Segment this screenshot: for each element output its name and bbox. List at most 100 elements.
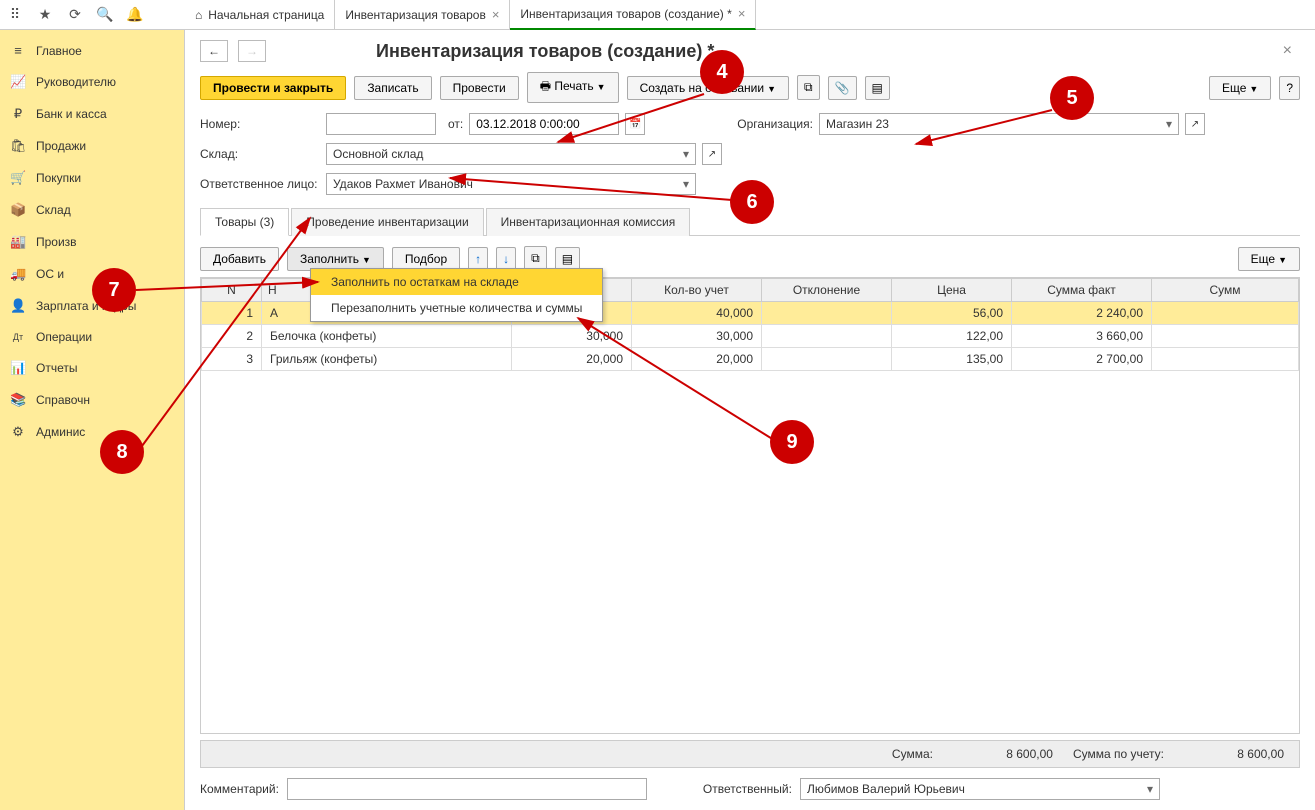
save-button[interactable]: Записать	[354, 76, 431, 100]
sidebar-item-production[interactable]: 🏭Произв	[0, 226, 184, 258]
org-value: Магазин 23	[826, 117, 889, 131]
responsible-select[interactable]: Удаков Рахмет Иванович▾	[326, 173, 696, 195]
bars-icon: 📊	[10, 360, 26, 376]
sidebar-label: Банк и касса	[36, 107, 107, 121]
more-rows-button[interactable]: Еще▼	[1238, 247, 1300, 271]
fill-by-stock-item[interactable]: Заполнить по остаткам на складе	[311, 269, 602, 295]
tab-goods[interactable]: Товары (3)	[200, 208, 289, 236]
paste-button[interactable]: ▤	[555, 247, 580, 271]
refill-accounting-item[interactable]: Перезаполнить учетные количества и суммы	[311, 295, 602, 321]
sidebar-label: Продажи	[36, 139, 86, 153]
page-title: Инвентаризация товаров (создание) *	[376, 41, 714, 62]
sidebar-item-bank[interactable]: ₽Банк и касса	[0, 98, 184, 130]
box-icon: 📦	[10, 202, 26, 218]
main-content: ← → Инвентаризация товаров (создание) * …	[185, 30, 1315, 810]
attach-button[interactable]: 📎	[828, 76, 857, 100]
tab-inventory-create[interactable]: Инвентаризация товаров (создание) * ×	[510, 0, 756, 30]
bottom-resp-value: Любимов Валерий Юрьевич	[807, 782, 965, 796]
structure-button[interactable]: ⧉	[797, 75, 820, 100]
tab-inventory-conduct[interactable]: Проведение инвентаризации	[291, 208, 483, 236]
print-button[interactable]: 🖶 Печать▼	[527, 72, 619, 103]
col-acct-qty[interactable]: Кол-во учет	[632, 279, 762, 302]
warehouse-label: Склад:	[200, 147, 320, 161]
notes-button[interactable]: ▤	[865, 76, 890, 100]
acct-sum-value: 8 600,00	[1184, 747, 1284, 761]
open-warehouse-button[interactable]: ↗	[702, 143, 722, 165]
tab-home[interactable]: ⌂ Начальная страница	[185, 0, 335, 30]
topbar-icons: ⠿ ★ ⟳ 🔍 🔔	[0, 0, 185, 30]
date-input[interactable]	[469, 113, 619, 135]
table-row[interactable]: 2Белочка (конфеты)30,00030,000122,003 66…	[202, 325, 1299, 348]
sidebar-item-admin[interactable]: ⚙ Админис	[0, 416, 184, 448]
books-icon: 📚	[10, 392, 26, 408]
sidebar-item-purchases[interactable]: 🛒Покупки	[0, 162, 184, 194]
sidebar-item-reports[interactable]: 📊Отчеты	[0, 352, 184, 384]
sidebar-item-sales[interactable]: 🛍Продажи	[0, 130, 184, 162]
col-price[interactable]: Цена	[892, 279, 1012, 302]
chart-icon: 📈	[10, 74, 26, 90]
totals-bar: Сумма: 8 600,00 Сумма по учету: 8 600,00	[200, 740, 1300, 768]
col-sum-fact[interactable]: Сумма факт	[1012, 279, 1152, 302]
fill-button[interactable]: Заполнить▼	[287, 247, 384, 271]
sidebar-label: Админис	[36, 425, 85, 439]
fill-label: Заполнить	[300, 252, 359, 266]
sidebar-item-main[interactable]: ≡Главное	[0, 35, 184, 66]
sidebar-item-operations[interactable]: ДтОперации	[0, 322, 184, 352]
help-button[interactable]: ?	[1279, 76, 1300, 100]
topbar: ⠿ ★ ⟳ 🔍 🔔 ⌂ Начальная страница Инвентари…	[0, 0, 1315, 30]
pick-button[interactable]: Подбор	[392, 247, 460, 271]
post-button[interactable]: Провести	[440, 76, 519, 100]
apps-icon[interactable]: ⠿	[0, 0, 30, 30]
org-select[interactable]: Магазин 23▾	[819, 113, 1179, 135]
debit-icon: Дт	[10, 332, 26, 342]
number-label: Номер:	[200, 117, 320, 131]
document-tabs: ⌂ Начальная страница Инвентаризация това…	[185, 0, 756, 30]
responsible-value: Удаков Рахмет Иванович	[333, 177, 473, 191]
sidebar-item-catalogs[interactable]: 📚Справочн	[0, 384, 184, 416]
bottom-resp-label: Ответственный:	[703, 782, 792, 796]
history-icon[interactable]: ⟳	[60, 0, 90, 30]
open-org-button[interactable]: ↗	[1185, 113, 1205, 135]
tab-label: Инвентаризация товаров (создание) *	[520, 7, 731, 21]
more-label: Еще	[1222, 81, 1246, 95]
sidebar-label: Главное	[36, 44, 82, 58]
number-input[interactable]	[326, 113, 436, 135]
close-icon[interactable]: ×	[738, 6, 746, 21]
nav-forward-button[interactable]: →	[238, 40, 266, 62]
callout-8: 8	[100, 430, 144, 474]
search-icon[interactable]: 🔍	[90, 0, 120, 30]
bell-icon[interactable]: 🔔	[120, 0, 150, 30]
callout-7: 7	[92, 268, 136, 312]
post-and-close-button[interactable]: Провести и закрыть	[200, 76, 346, 100]
add-row-button[interactable]: Добавить	[200, 247, 279, 271]
more-button[interactable]: Еще▼	[1209, 76, 1271, 100]
table-row[interactable]: 3Грильяж (конфеты)20,00020,000135,002 70…	[202, 348, 1299, 371]
comment-input[interactable]	[287, 778, 647, 800]
col-sum[interactable]: Сумм	[1152, 279, 1299, 302]
col-n[interactable]: N	[202, 279, 262, 302]
sidebar-label: Руководителю	[36, 75, 116, 89]
sidebar: ≡Главное 📈 Руководителю ₽Банк и касса 🛍Пр…	[0, 30, 185, 810]
nav-back-button[interactable]: ←	[200, 40, 228, 62]
warehouse-select[interactable]: Основной склад▾	[326, 143, 696, 165]
col-deviation[interactable]: Отклонение	[762, 279, 892, 302]
more-label: Еще	[1251, 252, 1275, 266]
sidebar-item-warehouse[interactable]: 📦Склад	[0, 194, 184, 226]
sidebar-item-manager[interactable]: 📈 Руководителю	[0, 66, 184, 98]
sum-value: 8 600,00	[953, 747, 1053, 761]
move-up-button[interactable]: ↑	[468, 247, 488, 271]
move-down-button[interactable]: ↓	[496, 247, 516, 271]
sidebar-label: Покупки	[36, 171, 81, 185]
responsible-label: Ответственное лицо:	[200, 177, 320, 191]
close-icon[interactable]: ×	[492, 7, 500, 22]
goods-table: N Н Кол-во учет Отклонение Цена Сумма фа…	[200, 277, 1300, 734]
tab-commission[interactable]: Инвентаризационная комиссия	[486, 208, 691, 236]
comment-label: Комментарий:	[200, 782, 279, 796]
bottom-resp-select[interactable]: Любимов Валерий Юрьевич▾	[800, 778, 1160, 800]
close-page-button[interactable]: ×	[1275, 42, 1300, 60]
gear-icon: ⚙	[10, 424, 26, 440]
star-icon[interactable]: ★	[30, 0, 60, 30]
tab-inventory-list[interactable]: Инвентаризация товаров ×	[335, 0, 510, 30]
user-icon: 👤	[10, 298, 26, 314]
calendar-button[interactable]: 📅	[625, 113, 645, 135]
